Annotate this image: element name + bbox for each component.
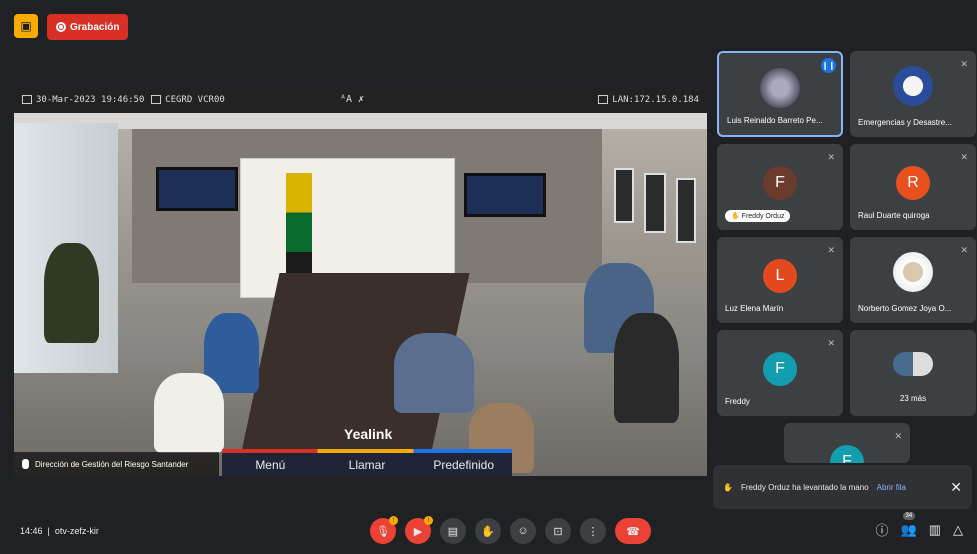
- tv-screen: [156, 167, 238, 211]
- avatar: R: [896, 166, 930, 200]
- participant-tile[interactable]: L ✕ Luz Elena Marín: [717, 237, 843, 323]
- captions-button[interactable]: ▤: [440, 518, 466, 544]
- yealink-menu-bar: Menú Llamar Predefinido: [222, 449, 512, 476]
- people-count: 34: [902, 511, 916, 520]
- meeting-room-scene: [14, 113, 707, 476]
- participant-tile[interactable]: R ✕ Raul Duarte quiroga: [850, 144, 976, 230]
- avatar: F: [830, 445, 864, 463]
- speaking-icon: ❙❙: [821, 58, 836, 73]
- side-controls: ⓘ 👥 34 ▥ △: [876, 511, 963, 539]
- recording-label: Grabación: [70, 21, 120, 33]
- mic-icon: [22, 459, 29, 469]
- notification-text: Freddy Orduz ha levantado la mano: [740, 482, 869, 492]
- avatar: F: [763, 166, 797, 200]
- avatar: F: [763, 352, 797, 386]
- call-controls: 🎙! ▶! ▤ ✋ ☺ ⊡ ⋮ ☎: [370, 516, 651, 544]
- participant-name: Luz Elena Marín: [725, 304, 784, 313]
- video-date: 30-Mar-2023 19:46:50: [36, 94, 145, 105]
- avatar: [893, 66, 933, 106]
- hangup-button[interactable]: ☎: [615, 518, 651, 544]
- camera-icon: [151, 95, 162, 104]
- participant-tile[interactable]: F ✕ ✋ Freddy Orduz: [717, 144, 843, 230]
- participant-name: Norberto Gomez Joya O...: [858, 304, 952, 313]
- warning-icon: !: [424, 516, 433, 525]
- yealink-logo: Yealink: [344, 426, 393, 442]
- participant-tile[interactable]: ✕ Emergencias y Desastre...: [850, 51, 976, 137]
- record-icon: [56, 22, 66, 32]
- calendar-icon: [22, 95, 32, 104]
- video-header: 30-Mar-2023 19:46:50 CEGRD VCR00 ᴬA ✗ LA…: [14, 86, 707, 113]
- hand-raised-notification: ✋ Freddy Orduz ha levantado la mano Abri…: [713, 465, 972, 509]
- info-icon[interactable]: ⓘ: [876, 520, 889, 539]
- participant-tile[interactable]: F ✕ Freddy: [717, 330, 843, 416]
- mic-off-icon: ✕: [960, 152, 968, 162]
- tv-screen: [464, 173, 546, 217]
- audio-mute-icon: ᴬA ✗: [339, 94, 365, 105]
- present-button[interactable]: ⊡: [545, 518, 571, 544]
- activities-icon[interactable]: △: [953, 522, 963, 538]
- participant-name: Raul Duarte quiroga: [858, 211, 930, 220]
- presenter-name: Dirección de Gestión del Riesgo Santande…: [35, 459, 189, 469]
- meeting-time: 14:46: [20, 526, 43, 536]
- mic-off-icon: ✕: [827, 245, 835, 255]
- meeting-code: otv-zefz-kir: [54, 526, 99, 536]
- video-lan: LAN:172.15.0.184: [612, 94, 699, 105]
- main-video[interactable]: 30-Mar-2023 19:46:50 CEGRD VCR00 ᴬA ✗ LA…: [14, 86, 707, 476]
- recording-button[interactable]: Grabación: [47, 14, 129, 40]
- participant-name: Luis Reinaldo Barreto Pe...: [727, 116, 823, 125]
- menu-item: Predefinido: [433, 457, 495, 472]
- avatar: [893, 252, 933, 292]
- participant-tile[interactable]: F ✕: [784, 423, 910, 463]
- camera-toggle-button[interactable]: ▶!: [405, 516, 433, 544]
- people-icon[interactable]: 👥 34: [901, 511, 917, 538]
- mic-off-icon: ✕: [827, 152, 835, 162]
- mic-off-icon: ✕: [960, 245, 968, 255]
- open-queue-link[interactable]: Abrir fila: [877, 483, 906, 492]
- mic-toggle-button[interactable]: 🎙!: [370, 516, 398, 544]
- participant-name: Freddy: [725, 397, 750, 406]
- mic-off-icon: ✕: [827, 338, 835, 348]
- avatar: L: [763, 259, 797, 293]
- hand-icon: ✋: [723, 482, 733, 492]
- mic-off-icon: ✕: [894, 431, 902, 441]
- more-count: 23 más: [899, 393, 927, 403]
- warning-icon: !: [389, 516, 398, 525]
- participant-name: Emergencias y Desastre...: [858, 118, 952, 127]
- host-controls-icon[interactable]: ▣: [14, 14, 38, 38]
- meeting-info: 14:46 | otv-zefz-kir: [20, 526, 99, 536]
- avatar-stack: [893, 352, 933, 376]
- participant-tile[interactable]: ❙❙ Luis Reinaldo Barreto Pe...: [717, 51, 843, 137]
- mic-off-icon: ✕: [960, 59, 968, 69]
- menu-item: Llamar: [348, 457, 386, 472]
- more-options-button[interactable]: ⋮: [580, 518, 606, 544]
- close-icon[interactable]: ✕: [950, 479, 962, 496]
- video-camera: CEGRD VCR00: [165, 94, 225, 105]
- chat-icon[interactable]: ▥: [929, 522, 941, 538]
- menu-item: Menú: [255, 457, 286, 472]
- raise-hand-button[interactable]: ✋: [475, 518, 501, 544]
- hand-raised-chip: ✋ Freddy Orduz: [725, 210, 791, 222]
- participant-tile[interactable]: ✕ Norberto Gomez Joya O...: [850, 237, 976, 323]
- reactions-button[interactable]: ☺: [510, 518, 536, 544]
- network-icon: [598, 95, 609, 104]
- more-participants-tile[interactable]: 23 más: [850, 330, 976, 416]
- presenter-name-strip: Dirección de Gestión del Riesgo Santande…: [14, 452, 219, 476]
- avatar: [760, 68, 800, 108]
